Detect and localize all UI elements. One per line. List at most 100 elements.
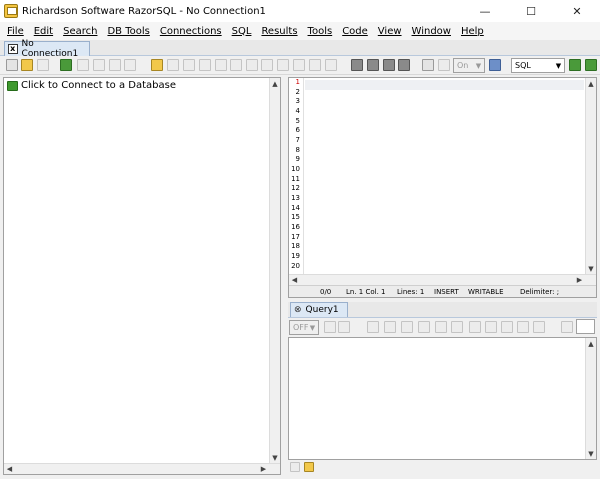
- sql-language-combo[interactable]: SQL ▼: [511, 58, 565, 73]
- scroll-up-icon[interactable]: ▲: [270, 78, 280, 89]
- scroll-left-icon[interactable]: ◀: [4, 464, 15, 474]
- table-icon[interactable]: [167, 59, 179, 71]
- window-controls: — ☐ ✕: [462, 0, 600, 22]
- editor-status-bar: 0/0 Ln. 1 Col. 1 Lines: 1 INSERT WRITABL…: [289, 285, 596, 297]
- format-icon[interactable]: [309, 59, 321, 71]
- menu-window[interactable]: Window: [408, 26, 455, 37]
- back-arrow-icon[interactable]: [438, 59, 450, 71]
- disconnect-icon[interactable]: [77, 59, 89, 71]
- table-view-icon[interactable]: [517, 321, 529, 333]
- tree-horizontal-scrollbar[interactable]: ◀ ▶: [4, 463, 280, 474]
- connect-icon[interactable]: [60, 59, 72, 71]
- scroll-right-icon[interactable]: ▶: [574, 275, 585, 285]
- db-icon[interactable]: [93, 59, 105, 71]
- checkbox-icon[interactable]: [422, 59, 434, 71]
- chart-icon[interactable]: [501, 321, 513, 333]
- scroll-down-icon[interactable]: ▼: [270, 452, 280, 463]
- minimize-button[interactable]: —: [462, 0, 508, 22]
- binoculars-icon[interactable]: [367, 321, 379, 333]
- find-icon[interactable]: [215, 59, 227, 71]
- pin-icon[interactable]: [561, 321, 573, 333]
- editor-horizontal-scrollbar[interactable]: ◀ ▶: [289, 274, 596, 285]
- arrow-down-icon[interactable]: [383, 59, 395, 71]
- close-icon[interactable]: ⊗: [294, 305, 302, 315]
- save-icon[interactable]: [37, 59, 49, 71]
- scroll-down-icon[interactable]: ▼: [586, 263, 596, 274]
- menu-sql[interactable]: SQL: [228, 26, 256, 37]
- tree-vertical-scrollbar[interactable]: ▲ ▼: [269, 78, 280, 463]
- line-number: 2: [295, 88, 300, 96]
- connect-icon: [7, 80, 18, 91]
- menu-code[interactable]: Code: [338, 26, 372, 37]
- results-vertical-scrollbar[interactable]: ▲ ▼: [585, 338, 596, 459]
- scroll-up-icon[interactable]: ▲: [586, 78, 596, 89]
- grid-icon[interactable]: [485, 321, 497, 333]
- sql-editor[interactable]: 1 2 3 4 5 6 7 8 9 10 11 12 13 14 15 16 1…: [288, 77, 597, 298]
- save-results-icon[interactable]: [338, 321, 350, 333]
- outdent-icon[interactable]: [261, 59, 273, 71]
- wand-icon[interactable]: [151, 59, 163, 71]
- on-combo[interactable]: On ▼: [453, 58, 485, 73]
- line-number: 3: [295, 97, 300, 105]
- filter-icon[interactable]: [451, 321, 463, 333]
- next-icon[interactable]: [418, 321, 430, 333]
- menu-tools[interactable]: Tools: [304, 26, 337, 37]
- prev-icon[interactable]: [401, 321, 413, 333]
- arrow-swap-icon[interactable]: [367, 59, 379, 71]
- arrow-up-icon[interactable]: [398, 59, 410, 71]
- line-number: 10: [291, 165, 300, 173]
- db-refresh-icon[interactable]: [124, 59, 136, 71]
- tab-query1[interactable]: ⊗ Query1: [290, 302, 348, 317]
- glasses-icon[interactable]: [384, 321, 396, 333]
- menu-connections[interactable]: Connections: [156, 26, 226, 37]
- list-icon[interactable]: [469, 321, 481, 333]
- close-button[interactable]: ✕: [554, 0, 600, 22]
- editor-vertical-scrollbar[interactable]: ▲ ▼: [585, 78, 596, 274]
- db-browse-icon[interactable]: [109, 59, 121, 71]
- open-folder-icon[interactable]: [21, 59, 33, 71]
- grid-toggle-icon[interactable]: [290, 462, 300, 472]
- paste-icon[interactable]: [199, 59, 211, 71]
- scroll-left-icon[interactable]: ◀: [289, 275, 300, 285]
- bookmark-icon[interactable]: [325, 59, 337, 71]
- menu-results[interactable]: Results: [257, 26, 301, 37]
- scroll-up-icon[interactable]: ▲: [586, 338, 596, 349]
- copy-icon[interactable]: [183, 59, 195, 71]
- window-title: Richardson Software RazorSQL - No Connec…: [22, 5, 266, 17]
- uncomment-icon[interactable]: [293, 59, 305, 71]
- execute-script-icon[interactable]: [585, 59, 597, 71]
- replace-icon[interactable]: [230, 59, 242, 71]
- line-number: 13: [291, 194, 300, 202]
- connection-tree-panel: Click to Connect to a Database ▲ ▼ ◀ ▶: [3, 77, 281, 475]
- results-search-field[interactable]: [576, 319, 595, 334]
- chevron-down-icon: ▼: [555, 61, 562, 70]
- calendar-icon[interactable]: [489, 59, 501, 71]
- status-line-col: Ln. 1 Col. 1: [346, 288, 386, 296]
- new-file-icon[interactable]: [6, 59, 18, 71]
- status-position: 0/0: [320, 288, 332, 296]
- line-number: 6: [295, 126, 300, 134]
- line-number: 17: [291, 233, 300, 241]
- menu-edit[interactable]: Edit: [30, 26, 57, 37]
- menu-db-tools[interactable]: DB Tools: [103, 26, 153, 37]
- scroll-right-icon[interactable]: ▶: [258, 464, 269, 474]
- line-number: 19: [291, 252, 300, 260]
- arrow-right-icon[interactable]: [351, 59, 363, 71]
- maximize-button[interactable]: ☐: [508, 0, 554, 22]
- scroll-down-icon[interactable]: ▼: [586, 448, 596, 459]
- lightning-icon[interactable]: [304, 462, 314, 472]
- menu-search[interactable]: Search: [59, 26, 101, 37]
- tab-no-connection1[interactable]: x No Connection1: [4, 39, 90, 59]
- menu-file[interactable]: File: [3, 26, 28, 37]
- indent-icon[interactable]: [246, 59, 258, 71]
- comment-icon[interactable]: [277, 59, 289, 71]
- execute-icon[interactable]: [569, 59, 581, 71]
- menu-help[interactable]: Help: [457, 26, 488, 37]
- connect-tree-item[interactable]: Click to Connect to a Database: [7, 80, 176, 91]
- settings-icon[interactable]: [533, 321, 545, 333]
- export-icon[interactable]: [324, 321, 336, 333]
- tab-close-icon[interactable]: x: [8, 44, 18, 54]
- copy-results-icon[interactable]: [435, 321, 447, 333]
- off-combo[interactable]: OFF ▼: [289, 320, 319, 335]
- menu-view[interactable]: View: [374, 26, 406, 37]
